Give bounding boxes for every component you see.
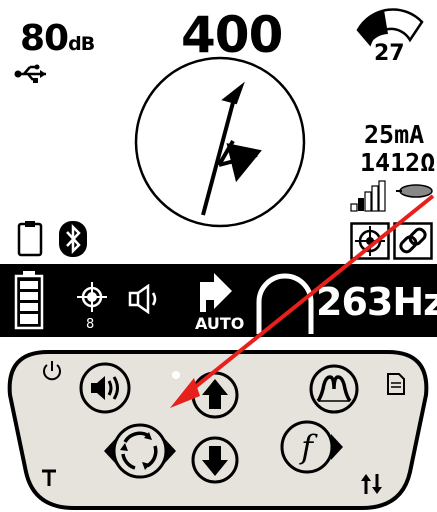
sort-icon[interactable] [360,472,384,496]
signal-unit: dB [68,33,95,55]
speaker-icon [128,284,157,314]
link-icon[interactable] [393,222,433,260]
menu-icon[interactable] [386,372,406,396]
signal-bars-icon [350,180,386,212]
frequency-readout: 263Hz [316,280,437,324]
resistance-readout: 1412Ω [360,148,436,177]
current-readout: 25mA [364,120,425,149]
signal-strength-readout: 80dB [20,18,95,59]
bluetooth-icon [59,221,87,257]
probe-icon [396,184,433,198]
volume-button[interactable] [78,361,132,415]
down-button[interactable] [191,434,239,486]
battery-icon [14,271,44,330]
depth-icon [42,469,56,486]
peak-icon [256,273,314,334]
usb-icon [14,64,46,83]
frequency-button[interactable]: f [277,417,347,477]
target-icon[interactable] [350,222,390,260]
led-indicator [172,371,180,379]
compass-icon [134,56,306,228]
clipboard-icon [17,221,43,257]
up-button[interactable] [191,369,239,421]
gps-icon [77,282,107,312]
cycle-button[interactable] [100,416,180,486]
signal-value: 80 [20,18,69,59]
peak-mode-button[interactable] [306,363,362,415]
gauge-value: 27 [374,41,405,66]
gps-satellite-count: 8 [86,317,95,332]
auto-mode-label: AUTO [195,314,245,333]
mode-arrow-icon [200,273,232,312]
power-icon[interactable] [40,359,64,383]
